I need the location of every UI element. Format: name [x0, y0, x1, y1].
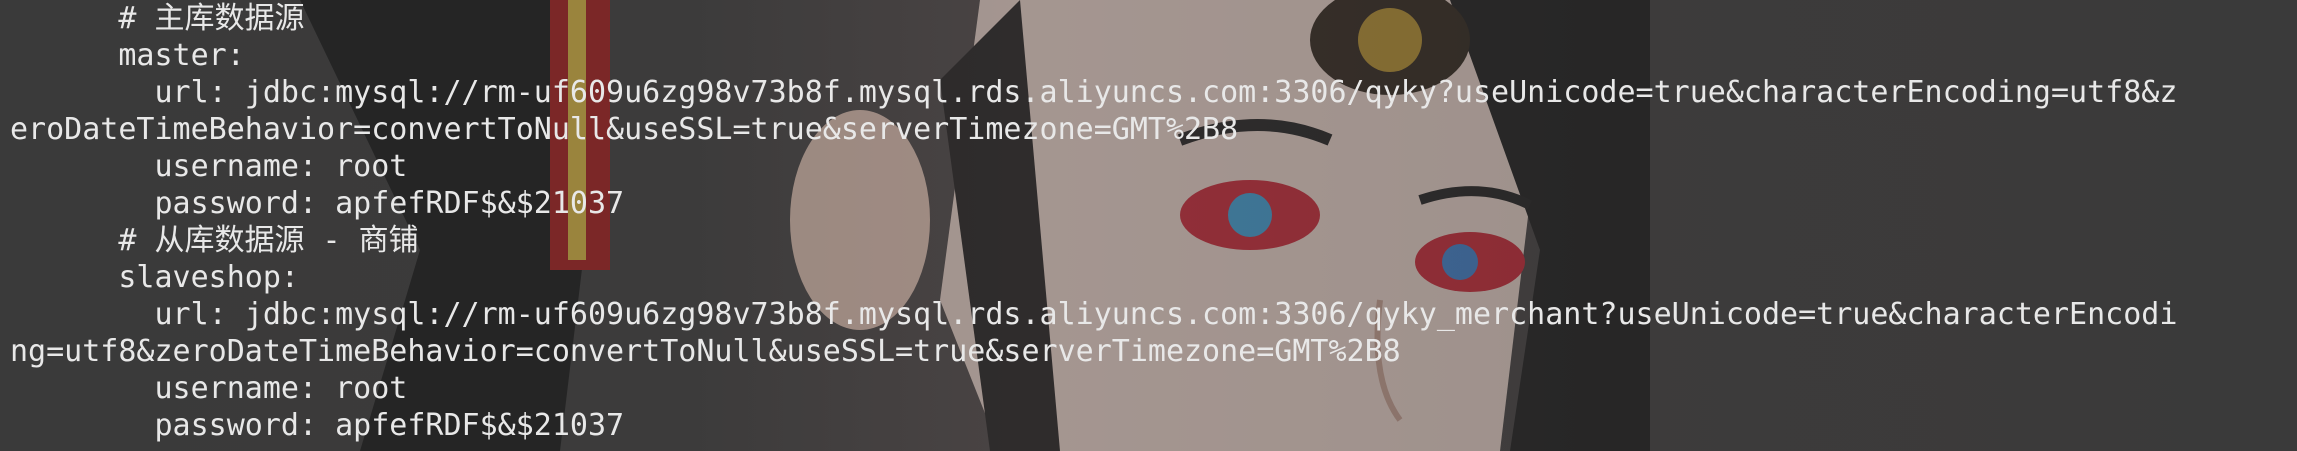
master-url-line-1: url: jdbc:mysql://rm-uf609u6zg98v73b8f.m…: [10, 75, 2178, 110]
slaveshop-username: username: root: [10, 371, 408, 406]
master-username: username: root: [10, 149, 408, 184]
key-slaveshop: slaveshop:: [10, 260, 299, 295]
comment-master-source: # 主库数据源: [10, 1, 305, 36]
master-password: password: apfefRDF$&$21037: [10, 186, 625, 221]
master-url-line-2: eroDateTimeBehavior=convertToNull&useSSL…: [10, 112, 1239, 147]
slaveshop-password: password: apfefRDF$&$21037: [10, 408, 625, 443]
config-text[interactable]: # 主库数据源 master: url: jdbc:mysql://rm-uf6…: [10, 0, 2177, 444]
slaveshop-url-line-2: ng=utf8&zeroDateTimeBehavior=convertToNu…: [10, 334, 1401, 369]
key-master: master:: [10, 38, 245, 73]
slaveshop-url-line-1: url: jdbc:mysql://rm-uf609u6zg98v73b8f.m…: [10, 297, 2178, 332]
terminal-window[interactable]: # 主库数据源 master: url: jdbc:mysql://rm-uf6…: [0, 0, 2297, 451]
comment-slave-source: # 从库数据源 - 商铺: [10, 223, 419, 258]
